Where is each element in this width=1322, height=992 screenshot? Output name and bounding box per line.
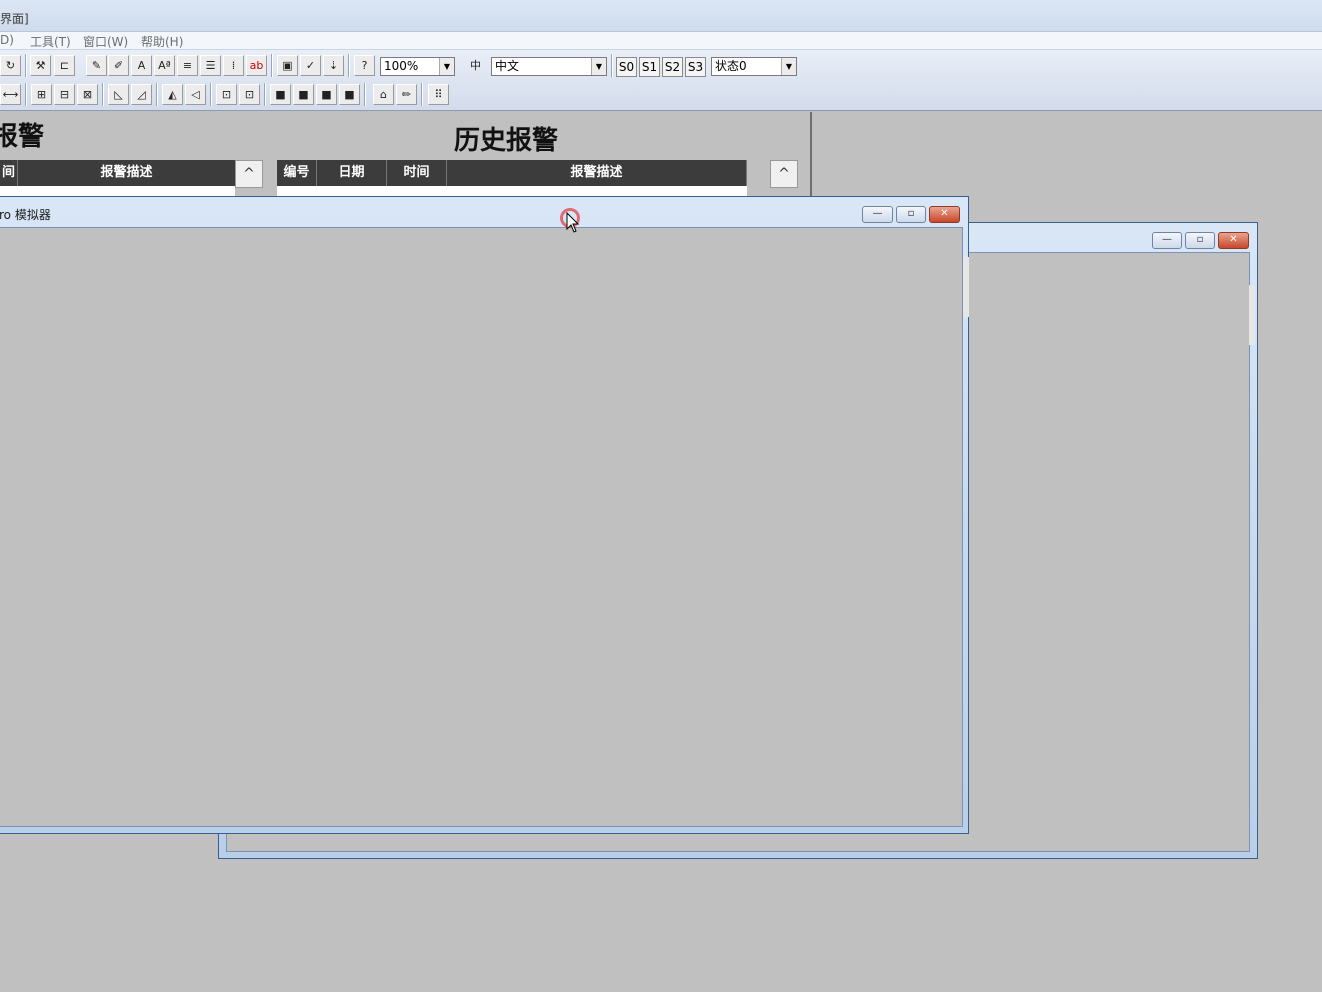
state-s3-button[interactable]: S3 <box>685 57 706 77</box>
maximize-button[interactable]: ▫ <box>1185 232 1215 249</box>
column-header-description: 报警描述 <box>447 160 747 186</box>
help-icon[interactable]: ? <box>354 55 375 76</box>
center-vertical-icon[interactable]: ⊠ <box>77 84 98 105</box>
toolbar-separator <box>25 54 27 77</box>
flip-vertical-icon[interactable]: ◁ <box>185 84 206 105</box>
language-icon[interactable]: 中 <box>465 55 486 76</box>
history-scroll-up-button[interactable]: ^ <box>770 160 798 188</box>
window-title: ro 模拟器 <box>0 208 51 222</box>
same-width-icon[interactable]: ⟷ <box>0 84 21 105</box>
menu-bar: D) 工具(T) 窗口(W) 帮助(H) <box>0 32 1322 50</box>
menu-item-draw[interactable]: D) <box>0 33 14 47</box>
bring-forward-icon[interactable]: ■ <box>316 84 337 105</box>
lock-icon[interactable]: ⌂ <box>373 84 394 105</box>
state-s2-button[interactable]: S2 <box>662 57 683 77</box>
toolbar-row-1: ↻ ⚒ ⊏ ✎ ✐ A Aª ≡ ☰ ⁞ ab ▣ ✓ ⇣ ? 100% ▼ 中… <box>0 52 804 78</box>
state-value: 状态0 <box>715 59 747 73</box>
column-header-number: 编号 <box>277 160 317 186</box>
toolbar-separator <box>210 83 212 106</box>
center-horizontal-icon[interactable]: ⊟ <box>54 84 75 105</box>
column-header-description: 报警描述 <box>100 165 153 180</box>
tools-icon[interactable]: ⚒ <box>30 55 51 76</box>
menu-item-tools[interactable]: 工具(T) <box>30 33 71 50</box>
alarm-screen: 报警 历史报警 间 报警描述 ^ 编号 日期 时间 报警描述 ^ <box>0 112 812 198</box>
toolbar-separator <box>364 83 366 106</box>
toolbar-row-2: ⟷ ⊞ ⊟ ⊠ ◺ ◿ ◭ ◁ ⊡ ⊡ ■ ■ ■ ■ ⌂ ✏ ⠿ <box>0 81 460 107</box>
rotate-left-icon[interactable]: ◺ <box>108 84 129 105</box>
toolbar-separator <box>102 83 104 106</box>
list-icon[interactable]: ☰ <box>200 55 221 76</box>
ungroup-icon[interactable]: ⊡ <box>239 84 260 105</box>
minimize-button[interactable]: — <box>1152 232 1182 249</box>
sort-icon[interactable]: ⇣ <box>323 55 344 76</box>
align-tool-icon[interactable]: ⊏ <box>54 55 75 76</box>
toolbar-separator <box>25 83 27 106</box>
zoom-value: 100% <box>384 59 419 73</box>
realtime-alarm-table-header: 间 报警描述 <box>0 160 235 186</box>
state-select[interactable]: 状态0 ▼ <box>711 57 797 76</box>
send-back-icon[interactable]: ■ <box>293 84 314 105</box>
chevron-down-icon: ▼ <box>781 58 796 75</box>
chevron-down-icon: ▼ <box>591 58 606 75</box>
column-header-time: 间 <box>0 160 18 186</box>
state-s1-button[interactable]: S1 <box>639 57 660 77</box>
spell-check-icon[interactable]: ab <box>246 55 267 76</box>
realtime-alarm-title: 报警 <box>0 116 44 153</box>
menu-item-help[interactable]: 帮助(H) <box>141 33 183 50</box>
history-alarm-table-header: 编号 日期 时间 报警描述 <box>277 160 747 186</box>
toolbar-separator <box>271 54 273 77</box>
chevron-down-icon: ▼ <box>439 58 454 75</box>
maximize-button[interactable]: ▫ <box>896 206 926 223</box>
format-paint-icon[interactable]: ✎ <box>86 55 107 76</box>
toolbar-separator <box>611 54 613 77</box>
center-icon[interactable]: ⊞ <box>31 84 52 105</box>
toolbar-separator <box>348 54 350 77</box>
bring-front-icon[interactable]: ■ <box>270 84 291 105</box>
properties-icon[interactable]: ▣ <box>277 55 298 76</box>
edit-icon[interactable]: ✐ <box>108 55 129 76</box>
text-format-icon[interactable]: A <box>131 55 152 76</box>
toolbar-separator <box>264 83 266 106</box>
group-icon[interactable]: ⊡ <box>216 84 237 105</box>
pen-icon[interactable]: ✏ <box>396 84 417 105</box>
mouse-cursor-icon <box>566 212 580 233</box>
column-header-time: 时间 <box>387 160 447 186</box>
realtime-scroll-up-button[interactable]: ^ <box>235 160 263 188</box>
language-value: 中文 <box>495 59 520 73</box>
grid-icon[interactable]: ⠿ <box>428 84 449 105</box>
column-header-date: 日期 <box>317 160 387 186</box>
close-button[interactable]: ✕ <box>1218 232 1249 249</box>
zoom-select[interactable]: 100% ▼ <box>380 57 455 76</box>
toolbar-separator <box>156 83 158 106</box>
app-title-bar: 界面] <box>0 0 1322 32</box>
state-s0-button[interactable]: S0 <box>616 57 637 77</box>
minimize-button[interactable]: — <box>862 206 893 223</box>
history-alarm-title: 历史报警 <box>454 126 559 156</box>
menu-item-window[interactable]: 窗口(W) <box>83 33 128 50</box>
rotate-right-icon[interactable]: ◿ <box>131 84 152 105</box>
send-backward-icon[interactable]: ■ <box>339 84 360 105</box>
language-select[interactable]: 中文 ▼ <box>491 57 607 76</box>
app-title: 界面] <box>0 12 29 26</box>
lines-icon[interactable]: ≡ <box>177 55 198 76</box>
toolbar-area: ↻ ⚒ ⊏ ✎ ✐ A Aª ≡ ☰ ⁞ ab ▣ ✓ ⇣ ? 100% ▼ 中… <box>0 50 1322 111</box>
close-button[interactable]: ✕ <box>929 206 960 223</box>
flip-horizontal-icon[interactable]: ◭ <box>162 84 183 105</box>
realtime-alarm-title-text: 报警 <box>0 122 45 152</box>
simulator-window[interactable]: ro 模拟器 — ▫ ✕ <box>0 196 969 834</box>
scrollbar-thumb[interactable] <box>1249 285 1255 345</box>
check-icon[interactable]: ✓ <box>300 55 321 76</box>
toolbar-separator <box>421 83 423 106</box>
redo-icon[interactable]: ↻ <box>0 55 21 76</box>
window-caption[interactable]: ro 模拟器 <box>0 197 968 227</box>
superscript-icon[interactable]: Aª <box>154 55 175 76</box>
window-client-area <box>0 227 963 827</box>
scrollbar-thumb[interactable] <box>963 257 969 317</box>
grid-dots-icon[interactable]: ⁞ <box>223 55 244 76</box>
